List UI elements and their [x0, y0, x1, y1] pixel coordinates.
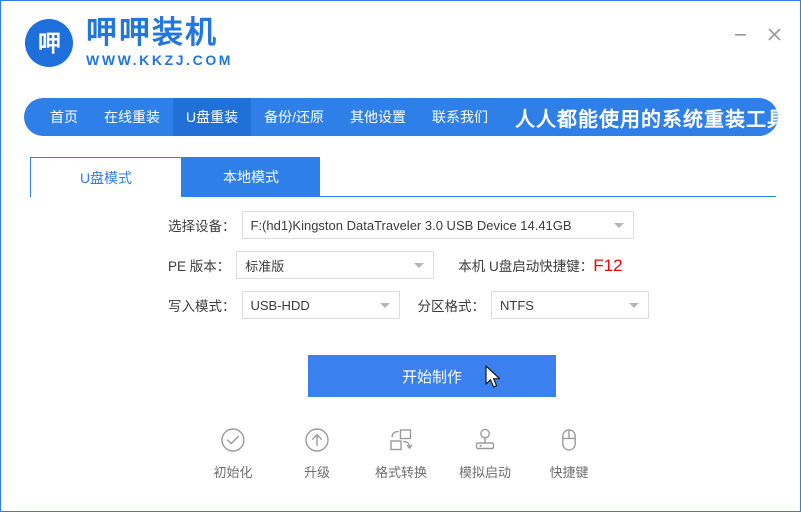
nav-tagline: 人人都能使用的系统重装工具: [515, 108, 778, 131]
tool-hotkeys[interactable]: 快捷键: [535, 425, 603, 481]
tool-label: 快捷键: [549, 465, 589, 480]
form-row-device: 选择设备： F:(hd1)Kingston DataTraveler 3.0 U…: [1, 211, 800, 239]
tool-upgrade[interactable]: 升级: [283, 425, 351, 481]
partition-format-select[interactable]: NTFS: [491, 291, 649, 319]
pe-version-select[interactable]: 标准版: [236, 251, 435, 279]
form-row-pe-version: PE 版本： 标准版 本机 U盘启动快捷键：F12: [1, 251, 800, 279]
partition-format-value: NTFS: [500, 297, 534, 313]
boot-hotkey-note: 本机 U盘启动快捷键：F12: [458, 255, 622, 276]
app-title: 呷呷装机: [86, 15, 218, 50]
check-circle-icon: [220, 425, 246, 455]
nav-item-backup-restore[interactable]: 备份/还原: [251, 98, 337, 136]
nav-item-home[interactable]: 首页: [24, 98, 91, 136]
format-convert-icon: [387, 425, 415, 455]
pe-version-value: 标准版: [245, 258, 285, 274]
arrow-up-circle-icon: [304, 425, 330, 455]
close-button[interactable]: [761, 21, 787, 47]
nav-item-contact-us[interactable]: 联系我们: [419, 98, 501, 136]
application-window: 呷 呷呷装机 WWW.KKZJ.COM 首页 在线重装 U盘重装 备份/还原 其…: [0, 0, 801, 512]
nav-item-label: 其他设置: [350, 109, 407, 125]
tool-shortcut-row: 初始化 升级 格式转换 模拟启动 快捷键: [199, 425, 603, 481]
tool-label: 格式转换: [374, 465, 427, 480]
write-mode-label: 写入模式：: [168, 299, 236, 314]
nav-item-usb-reinstall[interactable]: U盘重装: [173, 98, 252, 136]
tab-label: 本地模式: [223, 169, 279, 185]
brand-text-block: 呷呷装机 WWW.KKZJ.COM: [86, 15, 234, 69]
tool-initialize[interactable]: 初始化: [199, 425, 267, 481]
tool-label: 初始化: [213, 465, 253, 480]
boot-hotkey-label: 本机 U盘启动快捷键：: [458, 258, 594, 274]
nav-item-label: 首页: [50, 109, 78, 125]
close-icon: [767, 27, 781, 41]
tool-label: 升级: [303, 465, 330, 480]
device-value: F:(hd1)Kingston DataTraveler 3.0 USB Dev…: [250, 217, 572, 233]
tab-local-mode[interactable]: 本地模式: [182, 157, 320, 197]
title-bar: 呷 呷呷装机 WWW.KKZJ.COM: [1, 1, 800, 93]
device-label: 选择设备：: [168, 219, 236, 234]
app-logo-icon: 呷: [25, 19, 73, 68]
write-mode-select[interactable]: USB-HDD: [241, 291, 400, 319]
nav-item-online-reinstall[interactable]: 在线重装: [91, 98, 173, 136]
form-row-write-mode: 写入模式： USB-HDD 分区格式： NTFS: [1, 291, 800, 319]
chevron-down-icon: [613, 223, 624, 228]
tool-label: 模拟启动: [458, 465, 511, 480]
device-select[interactable]: F:(hd1)Kingston DataTraveler 3.0 USB Dev…: [241, 211, 634, 239]
app-website-url: WWW.KKZJ.COM: [86, 51, 234, 68]
usb-mode-form: 选择设备： F:(hd1)Kingston DataTraveler 3.0 U…: [1, 211, 800, 331]
brand-logo-area: 呷 呷呷装机 WWW.KKZJ.COM: [25, 15, 234, 69]
write-mode-value: USB-HDD: [250, 297, 310, 313]
nav-item-label: 在线重装: [104, 109, 160, 125]
tool-format-convert[interactable]: 格式转换: [367, 425, 435, 481]
pe-version-label: PE 版本：: [168, 259, 231, 274]
partition-format-label: 分区格式：: [417, 299, 486, 314]
tab-label: U盘模式: [79, 169, 133, 186]
tool-simulate-boot[interactable]: 模拟启动: [451, 425, 519, 481]
tab-usb-mode[interactable]: U盘模式: [30, 157, 182, 197]
nav-item-label: 联系我们: [432, 109, 489, 125]
mode-tab-strip: U盘模式 本地模式: [30, 157, 776, 197]
chevron-down-icon: [414, 263, 425, 268]
main-navigation-bar: 首页 在线重装 U盘重装 备份/还原 其他设置 联系我们 人人都能使用的系统重装…: [24, 98, 778, 136]
chevron-down-icon: [629, 303, 639, 308]
start-make-button[interactable]: 开始制作: [308, 355, 556, 397]
minimize-button[interactable]: [727, 21, 753, 47]
nav-item-label: U盘重装: [186, 109, 239, 125]
nav-item-label: 备份/还原: [264, 109, 325, 125]
chevron-down-icon: [379, 303, 390, 308]
nav-item-other-settings[interactable]: 其他设置: [337, 98, 419, 136]
minimize-icon: [734, 33, 746, 36]
mouse-icon: [556, 425, 582, 455]
boot-hotkey-value: F12: [593, 255, 623, 275]
logo-glyph: 呷: [38, 29, 61, 56]
joystick-icon: [472, 425, 498, 455]
